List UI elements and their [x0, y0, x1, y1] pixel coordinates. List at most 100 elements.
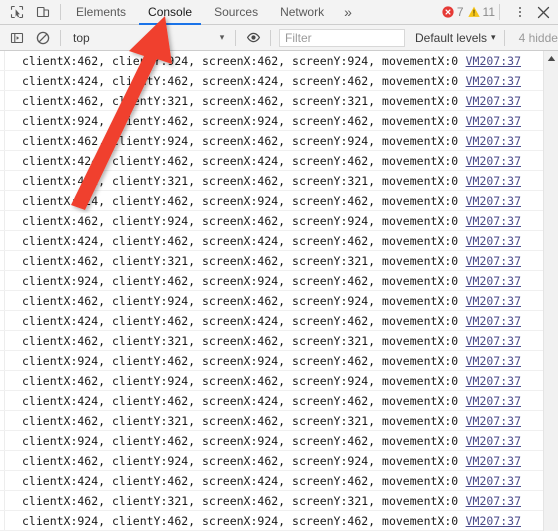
scroll-up-arrow-icon[interactable] [544, 51, 558, 66]
console-source-link[interactable]: VM207:37 [466, 374, 521, 388]
console-message-row[interactable]: clientX:924, clientY:462, screenX:924, s… [0, 111, 543, 131]
execution-context-selector[interactable]: top [65, 28, 213, 48]
device-toolbar-icon[interactable] [30, 0, 56, 24]
more-tabs-label: » [344, 4, 352, 20]
tab-elements[interactable]: Elements [65, 0, 137, 25]
tab-console[interactable]: Console [137, 0, 203, 25]
hidden-messages-count: 4 hidden [519, 31, 558, 45]
console-message-row[interactable]: clientX:424, clientY:462, screenX:424, s… [0, 231, 543, 251]
console-source-link[interactable]: VM207:37 [466, 234, 521, 248]
console-source-link[interactable]: VM207:37 [466, 434, 521, 448]
warning-icon [467, 6, 480, 17]
console-source-link[interactable]: VM207:37 [466, 94, 521, 108]
context-arrow-glyph: ▾ [219, 32, 225, 42]
console-source-link[interactable]: VM207:37 [466, 54, 521, 68]
console-message-row[interactable]: clientX:462, clientY:321, screenX:462, s… [0, 171, 543, 191]
console-source-link[interactable]: VM207:37 [466, 514, 521, 528]
console-scrollbar[interactable] [543, 51, 558, 531]
tab-sources[interactable]: Sources [203, 0, 269, 25]
console-source-link[interactable]: VM207:37 [466, 294, 521, 308]
console-message-row[interactable]: clientX:924, clientY:462, screenX:924, s… [0, 431, 543, 451]
console-source-link[interactable]: VM207:37 [466, 414, 521, 428]
devtools-menu-icon[interactable] [510, 0, 530, 24]
console-message-text: clientX:462, clientY:924, screenX:462, s… [22, 53, 459, 68]
console-source-link[interactable]: VM207:37 [466, 454, 521, 468]
console-source-link[interactable]: VM207:37 [466, 314, 521, 328]
kebab-dot [519, 15, 521, 17]
console-message-text: clientX:924, clientY:462, screenX:924, s… [22, 113, 459, 128]
console-source-link[interactable]: VM207:37 [466, 354, 521, 368]
console-message-row[interactable]: clientX:462, clientY:924, screenX:462, s… [0, 51, 543, 71]
console-source-link[interactable]: VM207:37 [466, 74, 521, 88]
console-source-link[interactable]: VM207:37 [466, 494, 521, 508]
console-source-link[interactable]: VM207:37 [466, 274, 521, 288]
error-counter[interactable]: 7 [442, 5, 464, 19]
live-expression-icon[interactable] [240, 26, 266, 50]
console-source-link[interactable]: VM207:37 [466, 394, 521, 408]
execution-context-value: top [73, 30, 90, 45]
console-message-row[interactable]: clientX:924, clientY:462, screenX:924, s… [0, 511, 543, 531]
console-message-row[interactable]: clientX:424, clientY:462, screenX:424, s… [0, 151, 543, 171]
console-message-text: clientX:924, clientY:462, screenX:924, s… [22, 353, 459, 368]
filterbar-divider-1 [60, 29, 61, 46]
console-message-row[interactable]: clientX:462, clientY:321, screenX:462, s… [0, 331, 543, 351]
console-message-row[interactable]: clientX:462, clientY:321, screenX:462, s… [0, 491, 543, 511]
console-message-text: clientX:424, clientY:462, screenX:424, s… [22, 313, 459, 328]
console-message-row[interactable]: clientX:424, clientY:462, screenX:424, s… [0, 71, 543, 91]
console-message-row[interactable]: clientX:462, clientY:924, screenX:462, s… [0, 211, 543, 231]
devtools-tabbar: Elements Console Sources Network » 7 11 [0, 0, 558, 25]
console-message-text: clientX:424, clientY:462, screenX:424, s… [22, 153, 459, 168]
console-source-link[interactable]: VM207:37 [466, 474, 521, 488]
console-message-row[interactable]: clientX:924, clientY:462, screenX:924, s… [0, 271, 543, 291]
filterbar-divider-2 [235, 29, 236, 46]
console-sidebar-icon[interactable] [4, 26, 30, 50]
console-message-row[interactable]: clientX:462, clientY:321, screenX:462, s… [0, 91, 543, 111]
warning-counter[interactable]: 11 [467, 5, 495, 19]
clear-console-icon[interactable] [30, 26, 56, 50]
more-tabs-icon[interactable]: » [335, 0, 361, 25]
console-message-row[interactable]: clientX:924, clientY:462, screenX:924, s… [0, 191, 543, 211]
console-message-row[interactable]: clientX:462, clientY:924, screenX:462, s… [0, 291, 543, 311]
console-source-link[interactable]: VM207:37 [466, 154, 521, 168]
console-message-text: clientX:462, clientY:321, screenX:462, s… [22, 93, 459, 108]
console-message-row[interactable]: clientX:424, clientY:462, screenX:424, s… [0, 311, 543, 331]
console-message-text: clientX:424, clientY:462, screenX:424, s… [22, 233, 459, 248]
console-source-link[interactable]: VM207:37 [466, 254, 521, 268]
console-message-row[interactable]: clientX:462, clientY:321, screenX:462, s… [0, 251, 543, 271]
console-message-row[interactable]: clientX:462, clientY:924, screenX:462, s… [0, 451, 543, 471]
console-source-link[interactable]: VM207:37 [466, 134, 521, 148]
console-message-row[interactable]: clientX:462, clientY:924, screenX:462, s… [0, 131, 543, 151]
devtools-window: Elements Console Sources Network » 7 11 … [0, 0, 558, 532]
console-message-text: clientX:924, clientY:462, screenX:924, s… [22, 433, 459, 448]
console-message-row[interactable]: clientX:424, clientY:462, screenX:424, s… [0, 471, 543, 491]
filter-placeholder: Filter [285, 30, 312, 45]
console-message-row[interactable]: clientX:462, clientY:321, screenX:462, s… [0, 411, 543, 431]
console-source-link[interactable]: VM207:37 [466, 214, 521, 228]
error-count: 7 [456, 5, 464, 19]
console-source-link[interactable]: VM207:37 [466, 174, 521, 188]
tab-network-label: Network [280, 5, 325, 19]
inspect-element-icon[interactable] [4, 0, 30, 24]
console-source-link[interactable]: VM207:37 [466, 334, 521, 348]
hidden-messages-label: 4 hidden [518, 30, 558, 45]
tab-network[interactable]: Network [269, 0, 335, 25]
filter-input[interactable]: Filter [279, 28, 405, 47]
issue-counters[interactable]: 7 11 [442, 5, 495, 19]
console-filterbar: top ▾ Filter Default levels ▾ 4 hidden [0, 25, 558, 51]
console-message-text: clientX:924, clientY:462, screenX:924, s… [22, 193, 459, 208]
log-level-selector[interactable]: Default levels ▾ [415, 31, 496, 45]
kebab-dot [519, 7, 521, 9]
console-message-row[interactable]: clientX:924, clientY:462, screenX:924, s… [0, 351, 543, 371]
console-source-link[interactable]: VM207:37 [466, 114, 521, 128]
toolbar-divider [60, 4, 61, 20]
console-message-text: clientX:462, clientY:321, screenX:462, s… [22, 493, 459, 508]
console-message-text: clientX:424, clientY:462, screenX:424, s… [22, 393, 459, 408]
tab-console-label: Console [148, 5, 193, 19]
chevron-down-icon[interactable]: ▾ [213, 28, 231, 48]
console-source-link[interactable]: VM207:37 [466, 194, 521, 208]
console-message-row[interactable]: clientX:424, clientY:462, screenX:424, s… [0, 391, 543, 411]
console-message-row[interactable]: clientX:462, clientY:924, screenX:462, s… [0, 371, 543, 391]
console-message-text: clientX:462, clientY:321, screenX:462, s… [22, 333, 459, 348]
close-icon[interactable] [530, 0, 556, 24]
console-message-text: clientX:424, clientY:462, screenX:424, s… [22, 73, 459, 88]
